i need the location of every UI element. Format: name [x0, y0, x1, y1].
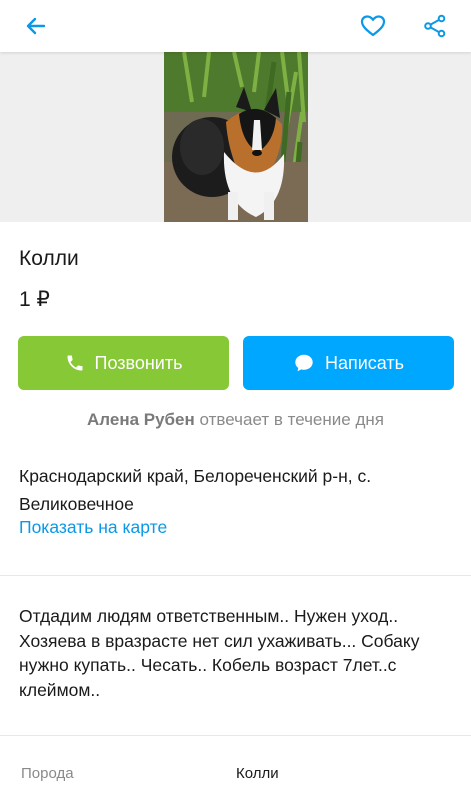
show-on-map-link[interactable]: Показать на карте [19, 517, 167, 538]
phone-icon [67, 355, 82, 371]
arrow-left-icon [26, 17, 46, 35]
section-divider [0, 575, 471, 576]
listing-photo[interactable] [164, 52, 308, 222]
listing-address: Краснодарский край, Белореченский р-н, с… [19, 466, 372, 514]
listing-price: 1 ₽ [19, 288, 50, 311]
param-label-breed: Порода [21, 765, 74, 782]
message-button[interactable]: Написать [243, 336, 454, 390]
listing-title: Колли [19, 247, 79, 270]
share-icon [424, 14, 446, 38]
top-app-bar [0, 0, 471, 52]
listing-description: Отдадим людям ответственным.. Нужен уход… [19, 606, 420, 700]
call-button[interactable]: Позвонить [18, 336, 229, 390]
heart-icon [360, 15, 386, 37]
photo-gallery[interactable] [0, 52, 471, 222]
seller-response-time: отвечает в течение дня [199, 410, 384, 429]
section-divider [0, 735, 471, 736]
dog-photo-image [164, 52, 308, 222]
message-button-label: Написать [324, 352, 405, 373]
seller-info[interactable]: Алена Рубен отвечает в течение дня [0, 410, 471, 430]
back-button[interactable] [18, 8, 54, 44]
share-button[interactable] [417, 8, 453, 44]
chat-bubble-icon [295, 354, 313, 372]
seller-name[interactable]: Алена Рубен [87, 410, 195, 429]
favorite-button[interactable] [355, 8, 391, 44]
call-button-label: Позвонить [94, 352, 183, 373]
param-value-breed: Колли [236, 765, 279, 782]
